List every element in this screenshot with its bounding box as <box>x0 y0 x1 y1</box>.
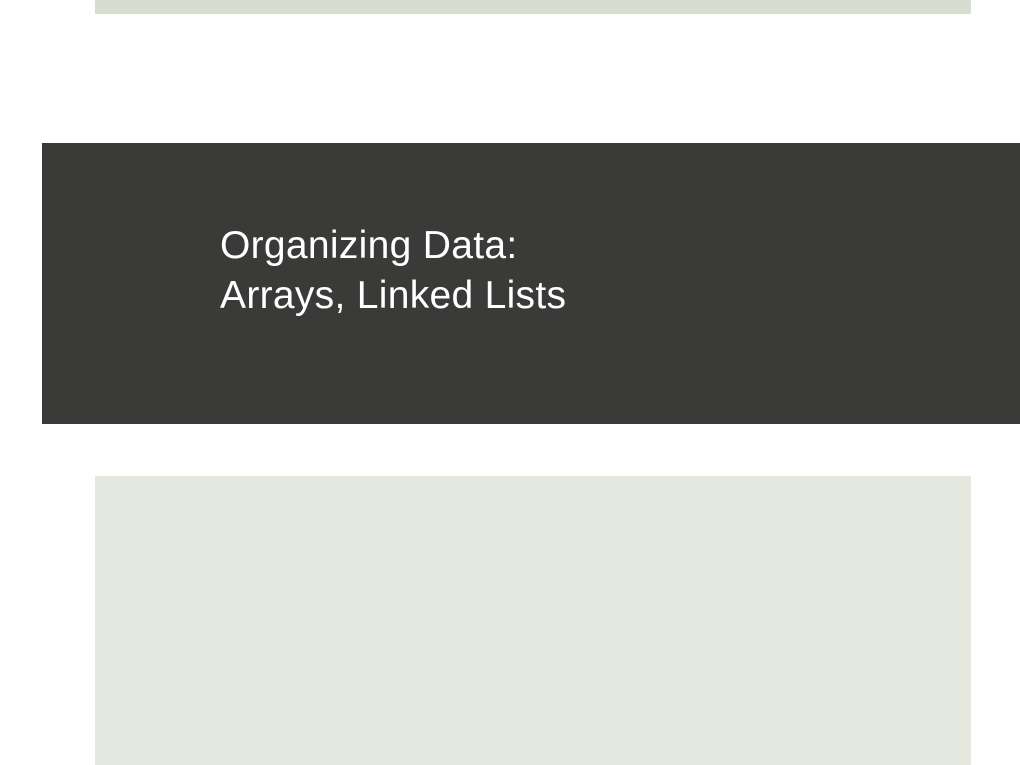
title-line-2: Arrays, Linked Lists <box>220 274 566 317</box>
content-panel <box>95 476 971 765</box>
slide-title: Organizing Data: Arrays, Linked Lists <box>220 221 566 321</box>
title-line-1: Organizing Data: <box>220 224 517 267</box>
title-panel: Organizing Data: Arrays, Linked Lists <box>42 143 1020 424</box>
top-accent-bar <box>95 0 971 14</box>
